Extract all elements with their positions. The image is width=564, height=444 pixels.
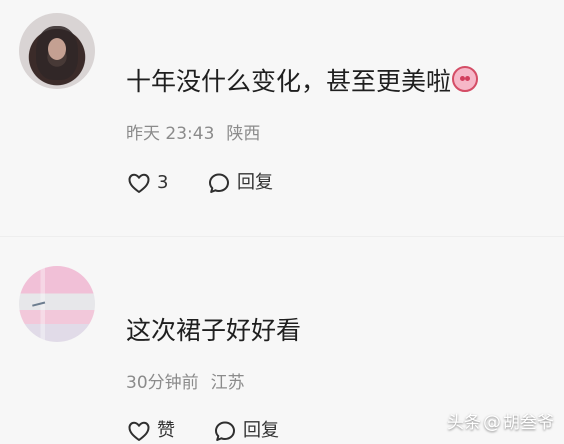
comment-content: 十年没什么变化，甚至更美啦 — [126, 65, 479, 99]
reply-button[interactable]: 回复 — [206, 168, 273, 198]
comment-content: 这次裙子好好看 — [126, 314, 301, 348]
speech-bubble-icon — [212, 418, 238, 444]
blurred-username[interactable] — [117, 24, 295, 48]
comment-meta: 昨天 23:43 陕西 — [126, 122, 260, 146]
user-avatar[interactable] — [19, 13, 95, 89]
speech-bubble-icon — [206, 170, 232, 196]
platform-watermark: 头条 @ 胡叁爷 — [447, 412, 554, 434]
like-count: 3 — [157, 172, 169, 193]
comment-meta: 30分钟前 江苏 — [126, 371, 245, 395]
comment-time: 昨天 23:43 — [126, 124, 215, 144]
reply-label: 回复 — [237, 172, 273, 193]
comment-text: 十年没什么变化，甚至更美啦 — [126, 67, 452, 96]
like-label: 赞 — [157, 420, 175, 441]
comment-text: 这次裙子好好看 — [126, 316, 302, 345]
reply-button[interactable]: 回复 — [212, 416, 279, 444]
watermark-platform: 头条 — [447, 413, 481, 433]
heart-icon — [126, 418, 152, 444]
watermark-author: 胡叁爷 — [503, 413, 554, 433]
comment-location: 江苏 — [210, 373, 245, 393]
comment-section: 十年没什么变化，甚至更美啦 昨天 23:43 陕西 3 回复 这次裙子好好看 3… — [0, 0, 564, 444]
reply-label: 回复 — [243, 420, 279, 441]
like-button[interactable]: 3 — [126, 168, 168, 198]
heart-icon — [126, 170, 152, 196]
comment-location: 陕西 — [226, 124, 261, 144]
watermark-at: @ — [483, 412, 501, 433]
comment-divider — [0, 236, 564, 237]
like-button[interactable]: 赞 — [126, 416, 175, 444]
blushing-face-icon — [452, 66, 479, 92]
blurred-username[interactable] — [117, 273, 297, 297]
comment-time: 30分钟前 — [126, 373, 199, 393]
comment-card: 十年没什么变化，甚至更美啦 昨天 23:43 陕西 3 回复 — [0, 0, 564, 225]
user-avatar[interactable] — [19, 266, 95, 342]
